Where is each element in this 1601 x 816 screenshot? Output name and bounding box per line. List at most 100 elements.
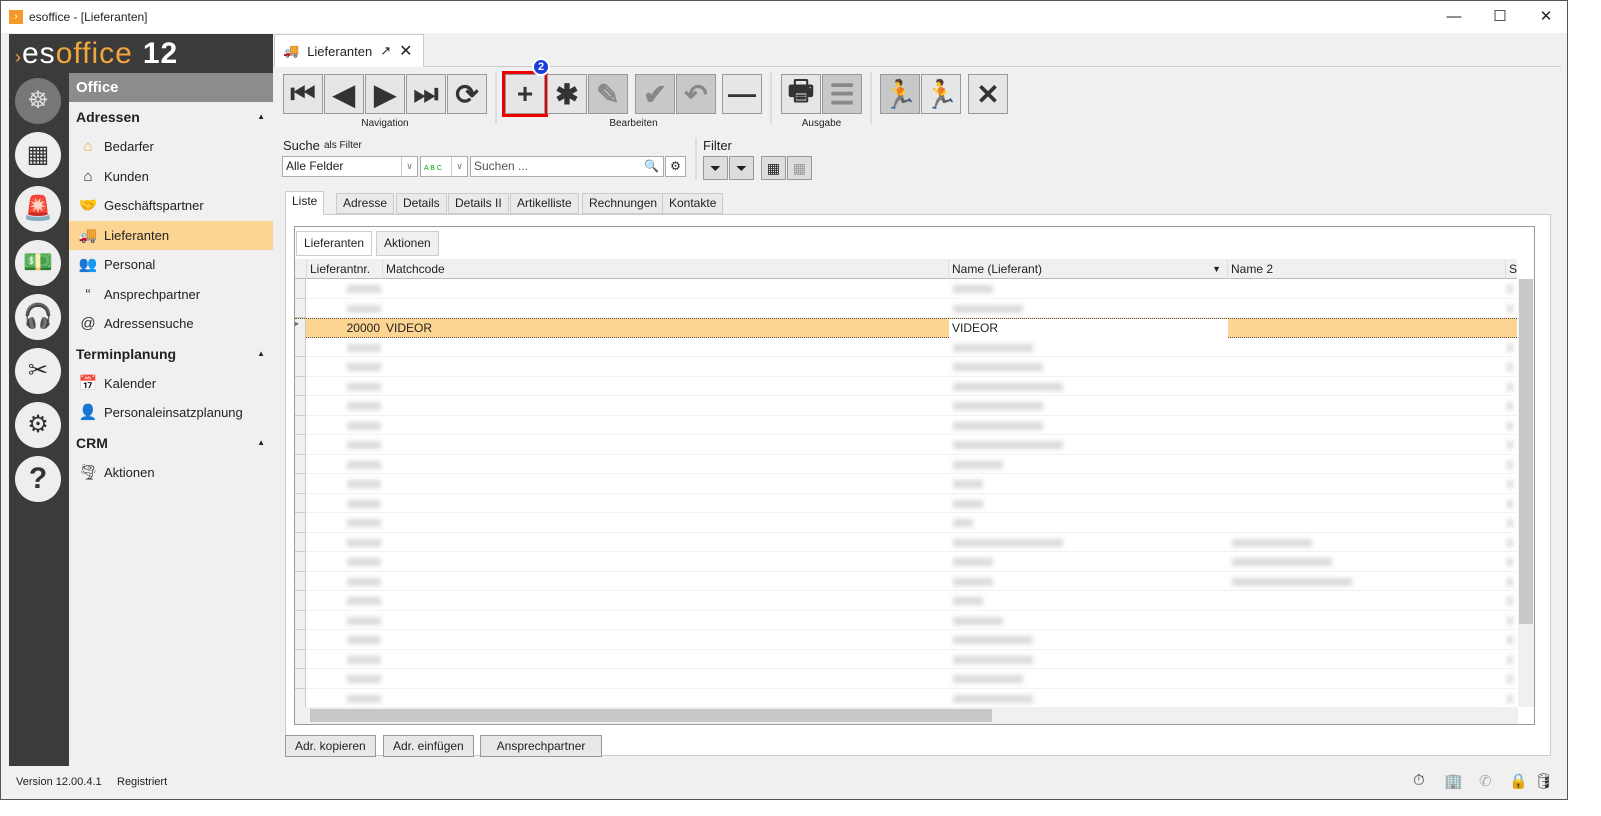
minimize-button[interactable]: — — [1431, 1, 1477, 33]
row-header[interactable] — [295, 649, 306, 669]
help-module-icon[interactable]: ? — [15, 456, 61, 502]
nav-item-aktionen[interactable]: 🌪 Aktionen — [69, 458, 273, 488]
table-row[interactable] — [295, 610, 1517, 630]
alarm-module-icon[interactable]: 🚨 — [15, 186, 61, 232]
phone-icon[interactable]: ✆ — [1479, 772, 1492, 790]
run-button[interactable]: 🏃 — [921, 74, 961, 114]
row-header[interactable] — [295, 591, 306, 611]
tab-kontakte[interactable]: Kontakte — [662, 193, 724, 214]
table-row[interactable] — [295, 532, 1517, 552]
row-header[interactable] — [295, 435, 306, 455]
search-settings-button[interactable]: ⚙ — [665, 156, 686, 177]
row-header[interactable] — [295, 337, 306, 357]
table-cell[interactable]: VIDEOR — [383, 319, 949, 338]
nav-item-kunden[interactable]: ⌂ Kunden — [69, 162, 273, 192]
row-header[interactable] — [295, 669, 306, 689]
column-header-s[interactable]: S — [1506, 259, 1517, 279]
nav-section-terminplanung[interactable]: Terminplanung ▲ — [69, 339, 273, 369]
tools-module-icon[interactable]: ✂ — [15, 348, 61, 394]
scroll-thumb[interactable] — [1519, 279, 1533, 624]
table-row[interactable] — [295, 649, 1517, 669]
table-row[interactable] — [295, 591, 1517, 611]
database-icon[interactable]: 🛢 — [1534, 772, 1553, 790]
table-cell[interactable] — [1228, 319, 1506, 338]
table-row[interactable] — [295, 474, 1517, 494]
table-row[interactable] — [295, 630, 1517, 650]
save-button[interactable]: ✔ — [635, 74, 675, 114]
delete-button[interactable]: — — [722, 74, 762, 114]
run-gray-button[interactable]: 🏃 — [880, 74, 920, 114]
table-row[interactable] — [295, 279, 1517, 299]
table-row[interactable] — [295, 415, 1517, 435]
building-filter-disabled-button[interactable]: ▦ — [787, 156, 812, 180]
row-header[interactable] — [295, 571, 306, 591]
tab-adresse[interactable]: Adresse — [336, 193, 395, 214]
row-header[interactable] — [295, 493, 306, 513]
first-record-button[interactable]: ⏮ — [283, 74, 323, 114]
building-sync-icon[interactable]: 🏢 — [1444, 772, 1463, 790]
subtab-aktionen[interactable]: Aktionen — [376, 231, 439, 256]
undo-button[interactable]: ↶ — [676, 74, 716, 114]
support-module-icon[interactable]: 🎧 — [15, 294, 61, 340]
next-record-button[interactable]: ▶ — [365, 74, 405, 114]
refresh-button[interactable]: ⟳ — [447, 74, 487, 114]
finance-module-icon[interactable]: 💵 — [15, 240, 61, 286]
subtab-lieferanten[interactable]: Lieferanten — [296, 231, 373, 256]
doc-tab-lieferanten[interactable]: 🚚 Lieferanten ↗ ✕ — [274, 34, 424, 67]
table-row[interactable] — [295, 337, 1517, 357]
row-header[interactable] — [295, 357, 306, 377]
tab-details-ii[interactable]: Details II — [448, 193, 509, 214]
row-header[interactable] — [295, 688, 306, 707]
row-header[interactable] — [295, 376, 306, 396]
row-header[interactable] — [295, 298, 306, 318]
copy-new-button[interactable]: ✱ — [547, 74, 587, 114]
row-header[interactable] — [295, 396, 306, 416]
nav-item-bedarfer[interactable]: ⌂ Bedarfer — [69, 132, 273, 162]
planning-module-icon[interactable]: ▦ — [15, 132, 61, 178]
as-filter-label[interactable]: als Filter — [324, 140, 362, 151]
row-header[interactable] — [295, 474, 306, 494]
building-filter-button[interactable]: ▦ — [761, 156, 786, 180]
export-list-button[interactable]: ☰ — [822, 74, 862, 114]
paste-address-button[interactable]: Adr. einfügen — [383, 735, 474, 757]
row-header[interactable] — [295, 513, 306, 533]
table-row[interactable] — [295, 435, 1517, 455]
office-module-icon[interactable]: ☸ — [15, 78, 61, 124]
close-window-button[interactable]: ✕ — [1523, 1, 1569, 33]
edit-button[interactable]: ✎ — [588, 74, 628, 114]
row-header[interactable] — [295, 610, 306, 630]
filter-apply-button[interactable]: ⏷ — [729, 156, 754, 180]
row-header[interactable] — [295, 415, 306, 435]
table-row[interactable]: ▸ 20000 VIDEOR VIDEOR — [295, 318, 1517, 339]
nav-section-adressen[interactable]: Adressen ▲ — [69, 102, 273, 132]
table-row[interactable] — [295, 571, 1517, 591]
table-row[interactable] — [295, 454, 1517, 474]
table-cell[interactable]: VIDEOR — [949, 319, 1228, 338]
table-row[interactable] — [295, 688, 1517, 707]
nav-item-lieferanten[interactable]: 🚚 Lieferanten — [69, 220, 273, 250]
nav-item-kalender[interactable]: 📅 Kalender — [69, 369, 273, 399]
close-form-button[interactable]: ✕ — [968, 74, 1008, 114]
row-header[interactable] — [295, 279, 306, 299]
table-row[interactable] — [295, 493, 1517, 513]
search-field-select[interactable]: Alle Felder ∨ — [282, 156, 418, 177]
table-row[interactable] — [295, 396, 1517, 416]
print-button[interactable]: 🖶 — [781, 74, 821, 114]
table-row[interactable] — [295, 298, 1517, 318]
table-row[interactable] — [295, 669, 1517, 689]
nav-item-personaleinsatzplanung[interactable]: 👤 Personaleinsatzplanung — [69, 398, 273, 428]
column-header-lieferantnr[interactable]: Lieferantnr. — [307, 259, 383, 279]
copy-address-button[interactable]: Adr. kopieren — [285, 735, 376, 757]
tab-rechnungen[interactable]: Rechnungen — [582, 193, 665, 214]
tab-details[interactable]: Details — [396, 193, 447, 214]
table-row[interactable] — [295, 376, 1517, 396]
previous-record-button[interactable]: ◀ — [324, 74, 364, 114]
add-button[interactable]: + — [502, 71, 548, 117]
tab-liste[interactable]: Liste — [285, 191, 325, 215]
search-input[interactable]: Suchen ... 🔍 — [470, 156, 664, 177]
nav-item-geschaeftspartner[interactable]: 🤝 Geschäftspartner — [69, 191, 273, 221]
row-header[interactable] — [295, 532, 306, 552]
contact-person-button[interactable]: Ansprechpartner — [480, 735, 602, 757]
row-header[interactable] — [295, 630, 306, 650]
settings-module-icon[interactable]: ⚙ — [15, 402, 61, 448]
